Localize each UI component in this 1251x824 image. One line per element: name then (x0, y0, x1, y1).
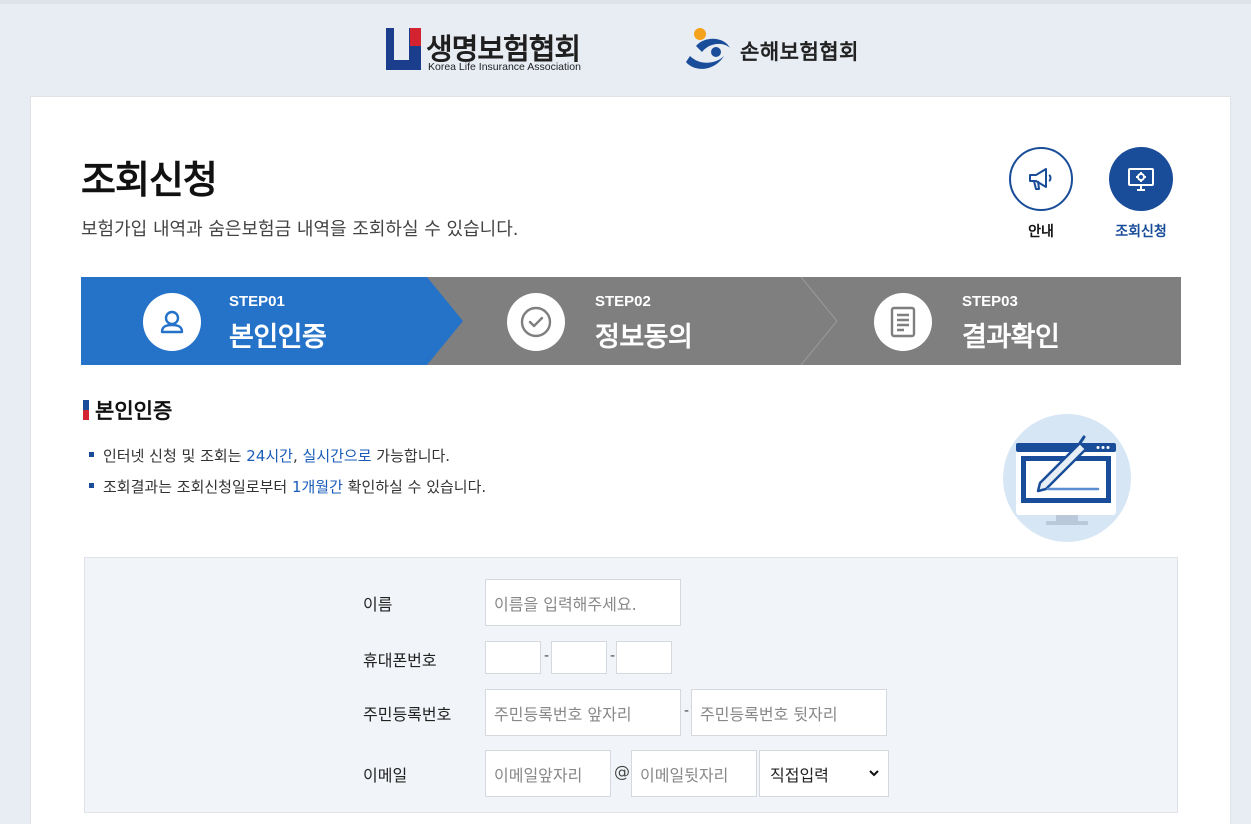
notice-2-text-start: 조회결과는 조회신청일로부터 (103, 478, 292, 496)
phone-separator-1: - (544, 648, 550, 664)
page-title: 조회신청 (81, 158, 218, 202)
phone-input-1[interactable] (485, 641, 541, 674)
user-icon (143, 293, 201, 351)
notice-1-highlight-realtime: 실시간으로 (302, 447, 372, 465)
chevron-down-icon (869, 770, 879, 777)
notice-2-highlight-1month: 1개월간 (291, 478, 343, 496)
rrn-separator: - (684, 703, 690, 719)
step-1-number: STEP01 (229, 293, 285, 310)
phone-input-3[interactable] (616, 641, 672, 674)
header-logo-bar: 생명보험협회 Korea Life Insurance Association … (0, 24, 1251, 76)
life-insurance-logo-mark (386, 28, 421, 70)
step-3-number: STEP03 (962, 293, 1018, 310)
notice-1-highlight-24h: 24시간 (246, 447, 293, 465)
notice-1-separator: , (292, 447, 303, 465)
phone-separator-2: - (610, 648, 616, 664)
email-domain-select[interactable]: 직접입력 (759, 750, 889, 797)
step-progress-bar: STEP01 본인인증 STEP02 정보동의 STEP03 결과확인 (81, 277, 1181, 365)
phone-input-2[interactable] (551, 641, 607, 674)
phone-label: 휴대폰번호 (363, 651, 437, 670)
inquiry-quick-link-label: 조회신청 (1115, 224, 1167, 240)
notice-item: 조회결과는 조회신청일로부터 1개월간 확인하실 수 있습니다. (89, 476, 486, 507)
nonlife-insurance-logo-name: 손해보험협회 (740, 40, 859, 64)
guide-quick-link-label: 안내 (1028, 224, 1054, 240)
email-label: 이메일 (363, 766, 408, 785)
email-at-sign: @ (614, 762, 630, 781)
rrn-back-input[interactable]: 주민등록번호 뒷자리 (691, 689, 887, 736)
monitor-settings-icon (1109, 147, 1173, 211)
notice-item: 인터넷 신청 및 조회는 24시간, 실시간으로 가능합니다. (89, 445, 486, 476)
page-description: 보험가입 내역과 숨은보험금 내역을 조회하실 수 있습니다. (81, 219, 519, 240)
main-card: 조회신청 보험가입 내역과 숨은보험금 내역을 조회하실 수 있습니다. 안내 … (30, 96, 1231, 824)
email-back-input[interactable]: 이메일뒷자리 (631, 750, 757, 797)
section-title-marker (83, 400, 89, 420)
step-2-name: 정보동의 (595, 322, 693, 353)
name-label: 이름 (363, 595, 393, 614)
rrn-label: 주민등록번호 (363, 705, 452, 724)
email-front-input[interactable]: 이메일앞자리 (485, 750, 611, 797)
life-insurance-logo-subtitle: Korea Life Insurance Association (428, 61, 581, 73)
notice-1-text-end: 가능합니다. (371, 447, 451, 465)
check-circle-icon (507, 293, 565, 351)
identity-form: 이름 이름을 입력해주세요. 휴대폰번호 - - 주민등록번호 주민등록번호 앞… (84, 557, 1178, 813)
section-title: 본인인증 (83, 395, 172, 425)
name-input[interactable]: 이름을 입력해주세요. (485, 579, 681, 626)
step-1-name: 본인인증 (229, 322, 327, 353)
notice-1-text-start: 인터넷 신청 및 조회는 (103, 447, 247, 465)
megaphone-icon (1009, 147, 1073, 211)
step-2-number: STEP02 (595, 293, 651, 310)
email-domain-selected-value: 직접입력 (770, 765, 829, 785)
document-icon (874, 293, 932, 351)
rrn-front-input[interactable]: 주민등록번호 앞자리 (485, 689, 681, 736)
nonlife-insurance-logo-mark (686, 28, 730, 69)
notice-2-text-end: 확인하실 수 있습니다. (342, 478, 487, 496)
step-3-name: 결과확인 (962, 322, 1060, 353)
section-title-text: 본인인증 (95, 399, 173, 423)
notice-list: 인터넷 신청 및 조회는 24시간, 실시간으로 가능합니다. 조회결과는 조회… (89, 445, 486, 507)
inquiry-quick-link[interactable]: 조회신청 (1101, 147, 1181, 241)
guide-quick-link[interactable]: 안내 (1001, 147, 1081, 241)
monitor-pen-illustration (1003, 414, 1131, 542)
